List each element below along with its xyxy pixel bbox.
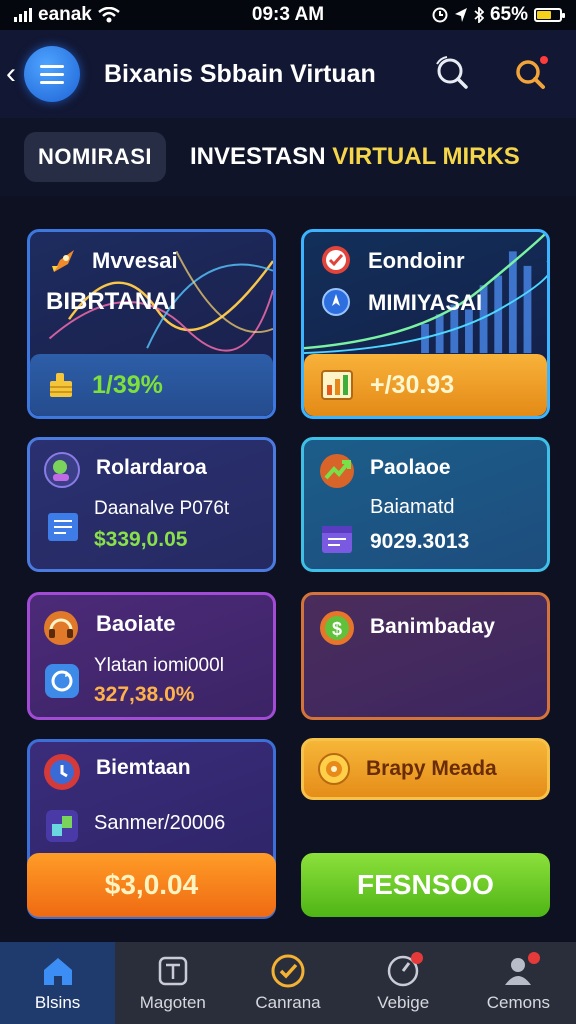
gear-coin-icon bbox=[318, 753, 350, 785]
nav-label: Magoten bbox=[139, 993, 206, 1012]
card-title: Rolardaroa bbox=[96, 456, 207, 479]
section-heading: INVESTASN VIRTUAL MIRKS bbox=[190, 143, 520, 171]
box-icon bbox=[158, 956, 188, 986]
card-value: 327,38.0% bbox=[94, 683, 195, 706]
confirm-button[interactable]: FESNSOO bbox=[301, 853, 550, 917]
refresh-icon bbox=[45, 664, 79, 698]
investment-card-2[interactable]: Eondoinr MIMIYASAI +/30.93 bbox=[301, 229, 550, 419]
investment-card-5[interactable]: Baoiate Ylatan iomi000l 327,38.0% bbox=[27, 592, 276, 720]
signal-icon bbox=[14, 8, 32, 22]
bluetooth-icon bbox=[474, 7, 484, 23]
menu-icon-bar bbox=[40, 80, 64, 84]
featured-offer-button[interactable]: Brapy Meada bbox=[301, 738, 550, 800]
card-subtitle: MIMIYASAI bbox=[368, 290, 483, 315]
card-title: Banimbaday bbox=[370, 615, 495, 638]
bottom-nav: Blsins Magoten Canrana Vebige Cemons bbox=[0, 942, 576, 1024]
nav-item-chart[interactable]: Vebige bbox=[346, 942, 461, 1024]
tab-row: NOMIRASI INVESTASN VIRTUAL MIRKS bbox=[0, 118, 576, 196]
card-value: +/30.93 bbox=[370, 370, 455, 399]
dollar-coin-icon: $ bbox=[320, 611, 354, 645]
trend-arrow-icon bbox=[320, 454, 354, 488]
nav-label: Vebige bbox=[377, 993, 430, 1012]
card-subtitle: BIBRTANAI bbox=[46, 288, 177, 315]
home-icon bbox=[43, 958, 72, 985]
battery-percent: 65% bbox=[489, 4, 528, 25]
battery-level bbox=[537, 11, 552, 19]
card-value-strip: +/30.93 bbox=[304, 354, 547, 416]
nav-item-box[interactable]: Magoten bbox=[115, 942, 230, 1024]
svg-text:$: $ bbox=[332, 619, 342, 639]
search-icon[interactable] bbox=[428, 50, 476, 98]
notification-search-icon[interactable] bbox=[506, 50, 554, 98]
tab-chip[interactable]: NOMIRASI bbox=[24, 132, 166, 182]
carrier-name: eanak bbox=[38, 4, 92, 25]
nav-item-check[interactable]: Canrana bbox=[230, 942, 345, 1024]
alarm-icon bbox=[432, 7, 448, 23]
status-bar: eanak 09:3 AM 65% bbox=[0, 0, 576, 30]
character-icon bbox=[44, 452, 80, 488]
time-icon bbox=[44, 754, 80, 790]
section-heading-main: INVESTASN bbox=[190, 143, 333, 170]
coin-stack-icon bbox=[50, 373, 72, 397]
card-title: Baoiate bbox=[96, 611, 176, 636]
check-circle-icon bbox=[271, 954, 305, 988]
app-header: ‹ Bixanis Sbbain Virtuan bbox=[0, 30, 576, 118]
status-left: eanak bbox=[14, 4, 214, 26]
menu-icon-bar bbox=[40, 72, 64, 76]
investment-card-4[interactable]: Paolaoe Baiamatd 9029.3013 bbox=[301, 437, 550, 572]
nav-badge bbox=[410, 952, 423, 964]
card-title: Eondoinr bbox=[368, 248, 465, 273]
card-text: Ylatan iomi000l bbox=[94, 655, 224, 676]
rocket-icon bbox=[52, 250, 74, 272]
menu-icon-bar bbox=[40, 64, 64, 68]
investment-card-6[interactable]: $ Banimbaday bbox=[301, 592, 550, 720]
card-value: 1/39% bbox=[92, 370, 163, 399]
notification-dot bbox=[540, 56, 548, 64]
card-title: Mvvesai bbox=[92, 248, 178, 273]
battery-icon bbox=[534, 8, 565, 22]
wifi-icon bbox=[98, 7, 120, 23]
page-title: Bixanis Sbbain Virtuan bbox=[104, 59, 376, 88]
nav-item-home[interactable]: Blsins bbox=[0, 942, 116, 1024]
nav-badge bbox=[528, 952, 541, 964]
section-heading-accent: VIRTUAL MIRKS bbox=[332, 143, 520, 170]
menu-button[interactable] bbox=[24, 46, 80, 102]
location-icon bbox=[454, 8, 467, 22]
card-text: Daanalve P076t bbox=[94, 498, 230, 519]
calendar-icon bbox=[322, 526, 352, 553]
document-icon bbox=[48, 513, 78, 541]
headset-icon bbox=[44, 611, 78, 645]
card-value: $339,0.05 bbox=[94, 528, 188, 551]
featured-offer-label: Brapy Meada bbox=[366, 757, 497, 780]
compass-icon bbox=[322, 288, 350, 316]
card-title: Paolaoe bbox=[370, 456, 451, 479]
card-title: Biemtaan bbox=[96, 756, 191, 779]
investment-card-1[interactable]: Mvvesai BIBRTANAI 1/39% bbox=[27, 229, 276, 419]
nav-label: Canrana bbox=[255, 993, 321, 1012]
status-time: 09:3 AM bbox=[251, 4, 325, 25]
card-text: Sanmer/20006 bbox=[94, 812, 226, 834]
nav-label: Cemons bbox=[486, 993, 551, 1012]
card-value: 9029.3013 bbox=[370, 530, 470, 553]
status-right: 65% bbox=[362, 4, 565, 26]
bar-chart-icon bbox=[321, 370, 353, 400]
back-icon[interactable]: ‹ bbox=[6, 57, 24, 91]
nav-label: Blsins bbox=[34, 993, 81, 1012]
card-value-strip: 1/39% bbox=[30, 354, 273, 416]
nav-item-user[interactable]: Cemons bbox=[461, 942, 576, 1024]
check-badge-icon bbox=[322, 246, 350, 274]
card-text: Baiamatd bbox=[370, 496, 455, 518]
puzzle-icon bbox=[46, 810, 78, 842]
investment-card-3[interactable]: Rolardaroa Daanalve P076t $339,0.05 bbox=[27, 437, 276, 572]
amount-button[interactable]: $3,0.04 bbox=[27, 853, 276, 917]
